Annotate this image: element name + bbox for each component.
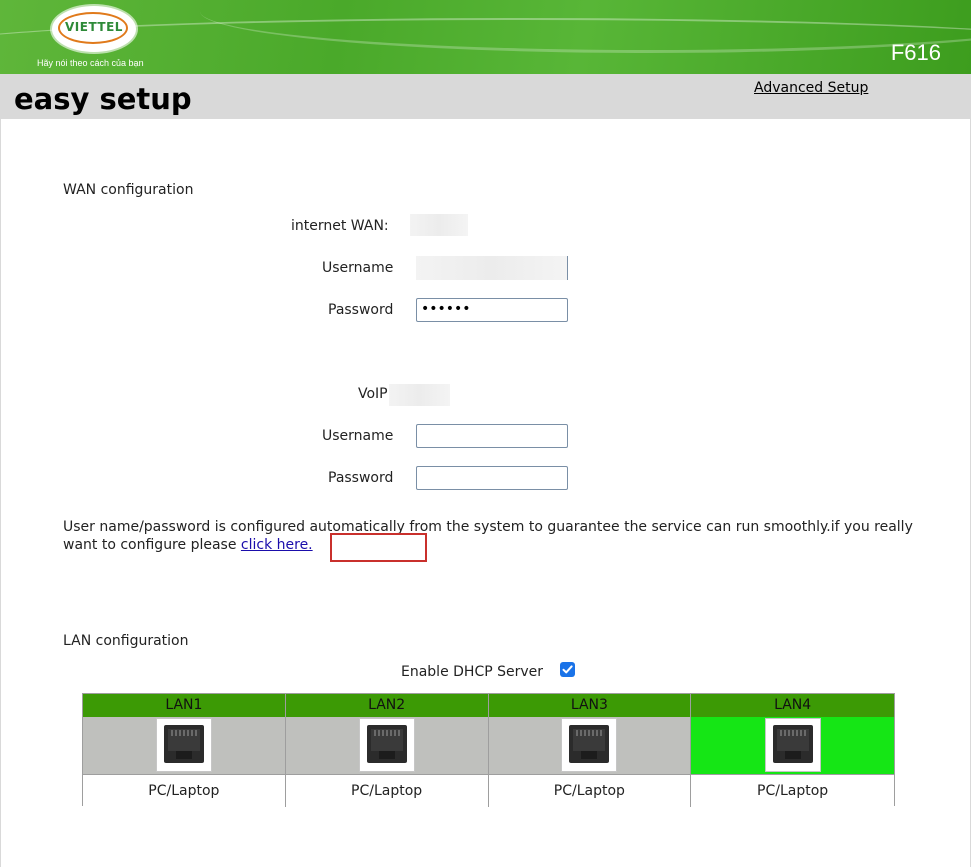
voip-username-field[interactable] bbox=[416, 424, 568, 448]
lan-port-name: LAN4 bbox=[691, 694, 894, 717]
lan-port-column: LAN2 PC/Laptop bbox=[285, 694, 489, 807]
ethernet-port-icon bbox=[155, 718, 212, 772]
internet-username-field[interactable] bbox=[416, 256, 568, 280]
lan-port-column: LAN1 PC/Laptop bbox=[83, 694, 286, 807]
page-title: easy setup bbox=[14, 82, 192, 116]
lan-port-device: PC/Laptop bbox=[285, 774, 488, 807]
lan-port-status bbox=[488, 717, 691, 774]
internet-wan-value-redacted bbox=[410, 214, 468, 236]
lan-port-column: LAN3 PC/Laptop bbox=[488, 694, 692, 807]
internet-username-label: Username bbox=[322, 260, 394, 276]
ethernet-port-icon bbox=[764, 718, 821, 772]
lan-port-status bbox=[83, 717, 285, 774]
ethernet-port-icon bbox=[358, 718, 415, 772]
lan-port-status bbox=[691, 717, 894, 774]
lan-port-device: PC/Laptop bbox=[691, 774, 894, 807]
lan-port-device: PC/Laptop bbox=[83, 774, 285, 807]
lan-port-name: LAN2 bbox=[285, 694, 488, 717]
advanced-setup-link[interactable]: Advanced Setup bbox=[754, 80, 868, 96]
wan-section-title: WAN configuration bbox=[63, 182, 194, 198]
lan-ports-table: LAN1 PC/Laptop LAN2 PC/Laptop LAN3 PC/Laptop L… bbox=[82, 693, 895, 807]
viettel-logo: VIETTEL bbox=[52, 6, 136, 52]
device-model: F616 bbox=[890, 40, 941, 65]
internet-wan-label: internet WAN: bbox=[291, 218, 389, 234]
voip-username-label: Username bbox=[322, 428, 394, 444]
voip-password-field[interactable] bbox=[416, 466, 568, 490]
lan-section-title: LAN configuration bbox=[63, 633, 189, 649]
voip-value-redacted bbox=[389, 384, 450, 406]
header-banner: VIETTEL Hãy nói theo cách của bạn F616 bbox=[0, 0, 971, 74]
internet-password-field[interactable]: •••••• bbox=[416, 298, 568, 322]
lan-port-name: LAN3 bbox=[488, 694, 691, 717]
dhcp-label: Enable DHCP Server bbox=[401, 664, 544, 680]
highlight-annotation-box bbox=[330, 533, 427, 562]
voip-label: VoIP bbox=[358, 386, 388, 402]
dhcp-checkbox[interactable] bbox=[560, 662, 575, 677]
checkmark-icon bbox=[562, 665, 573, 674]
note-text: User name/password is configured automat… bbox=[63, 519, 913, 553]
password-dots: •••••• bbox=[421, 301, 471, 317]
ethernet-port-icon bbox=[561, 718, 618, 772]
lan-port-status bbox=[285, 717, 488, 774]
logo-text: VIETTEL bbox=[65, 20, 123, 34]
lan-port-name: LAN1 bbox=[83, 694, 285, 717]
voip-password-label: Password bbox=[328, 470, 394, 486]
lan-port-column: LAN4 PC/Laptop bbox=[691, 694, 894, 807]
lan-port-device: PC/Laptop bbox=[488, 774, 691, 807]
auto-config-note: User name/password is configured automat… bbox=[63, 518, 923, 554]
click-here-link[interactable]: click here. bbox=[241, 537, 313, 553]
internet-password-label: Password bbox=[328, 302, 394, 318]
page-border-left bbox=[0, 119, 1, 867]
slogan: Hãy nói theo cách của bạn bbox=[37, 58, 144, 68]
title-bar: easy setup Advanced Setup bbox=[0, 74, 971, 119]
